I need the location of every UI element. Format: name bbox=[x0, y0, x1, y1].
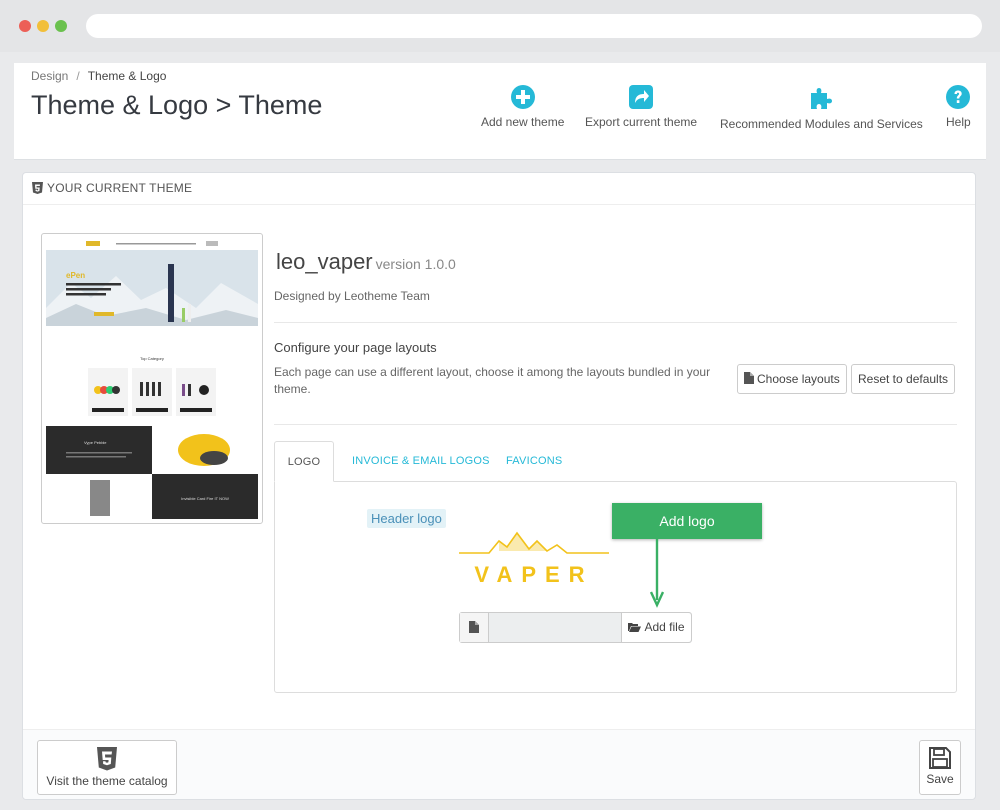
minimize-window-dot[interactable] bbox=[37, 20, 49, 32]
theme-preview[interactable]: ePen Top Category Vype Pebble Invisible … bbox=[41, 233, 263, 524]
hero-brand: ePen bbox=[66, 271, 85, 280]
add-file-button[interactable]: Add file bbox=[621, 613, 691, 642]
theme-version: version 1.0.0 bbox=[375, 256, 456, 272]
save-button[interactable]: Save bbox=[919, 740, 961, 795]
floppy-disk-icon bbox=[929, 747, 951, 769]
theme-screenshot: ePen Top Category Vype Pebble Invisible … bbox=[46, 238, 258, 519]
vaper-logo: VAPER bbox=[459, 531, 609, 587]
address-bar[interactable] bbox=[86, 14, 982, 38]
panel-heading-label: YOUR CURRENT THEME bbox=[47, 181, 193, 195]
breadcrumb-separator: / bbox=[76, 69, 80, 83]
tab-favicons[interactable]: FAVICONS bbox=[506, 441, 562, 482]
add-new-theme-label: Add new theme bbox=[481, 115, 565, 129]
layouts-title: Configure your page layouts bbox=[274, 340, 437, 355]
designed-by: Designed by Leotheme Team bbox=[274, 289, 430, 303]
logo-tab-content: Header logo VAPER Add logo Add file bbox=[274, 481, 957, 693]
html5-icon bbox=[97, 747, 117, 771]
export-theme-button[interactable]: Export current theme bbox=[585, 85, 697, 129]
tab-invoice-email-logos[interactable]: INVOICE & EMAIL LOGOS bbox=[352, 441, 490, 482]
reset-defaults-button[interactable]: Reset to defaults bbox=[851, 364, 956, 394]
help-button[interactable]: Help bbox=[946, 85, 971, 129]
file-icon-box bbox=[460, 613, 489, 642]
divider bbox=[274, 322, 957, 323]
maximize-window-dot[interactable] bbox=[55, 20, 67, 32]
breadcrumb-current: Theme & Logo bbox=[87, 69, 167, 83]
plus-circle-icon bbox=[510, 85, 535, 109]
choose-layouts-button[interactable]: Choose layouts bbox=[737, 364, 847, 394]
header-logo-label: Header logo bbox=[367, 509, 446, 528]
preview-feature-title: Vype Pebble bbox=[84, 440, 107, 445]
breadcrumb: Design / Theme & Logo bbox=[31, 69, 166, 83]
logo-file-upload: Add file bbox=[459, 612, 692, 643]
html5-icon bbox=[32, 182, 43, 194]
logo-file-input[interactable] bbox=[489, 613, 621, 642]
recommended-modules-label: Recommended Modules and Services bbox=[720, 117, 923, 131]
browser-chrome bbox=[0, 0, 1000, 52]
puzzle-icon bbox=[811, 88, 833, 109]
choose-layouts-label: Choose layouts bbox=[757, 372, 840, 386]
theme-name-row: leo_vaper version 1.0.0 bbox=[276, 249, 456, 275]
file-icon bbox=[744, 372, 754, 384]
page-header: Design / Theme & Logo Theme & Logo > Theme… bbox=[14, 63, 986, 160]
share-icon bbox=[629, 85, 654, 109]
preview-promo-text: Invisible Card Fire IT NOW bbox=[181, 496, 229, 501]
logo-text: VAPER bbox=[474, 562, 593, 587]
tab-logo[interactable]: LOGO bbox=[274, 441, 334, 482]
preview-section-title: Top Category bbox=[140, 356, 164, 361]
current-theme-panel: YOUR CURRENT THEME ePen Top Category Vyp… bbox=[22, 172, 976, 800]
theme-preview-image: ePen Top Category Vype Pebble Invisible … bbox=[46, 238, 258, 519]
save-label: Save bbox=[926, 772, 954, 786]
question-circle-icon bbox=[946, 85, 971, 109]
divider bbox=[274, 424, 957, 425]
add-new-theme-button[interactable]: Add new theme bbox=[481, 85, 564, 129]
layouts-description: Each page can use a different layout, ch… bbox=[274, 365, 711, 396]
add-logo-callout: Add logo bbox=[612, 503, 762, 539]
theme-name: leo_vaper bbox=[276, 249, 373, 274]
add-file-label: Add file bbox=[644, 620, 685, 634]
reset-defaults-label: Reset to defaults bbox=[858, 372, 949, 386]
visit-theme-catalog-button[interactable]: Visit the theme catalog bbox=[37, 740, 177, 795]
export-theme-label: Export current theme bbox=[585, 115, 698, 129]
panel-heading: YOUR CURRENT THEME bbox=[23, 173, 975, 205]
recommended-modules-button[interactable]: Recommended Modules and Services bbox=[720, 85, 923, 131]
help-label: Help bbox=[946, 115, 971, 129]
close-window-dot[interactable] bbox=[19, 20, 31, 32]
arrow-down-icon bbox=[650, 538, 664, 608]
visit-theme-catalog-label: Visit the theme catalog bbox=[46, 774, 168, 788]
file-icon bbox=[469, 621, 479, 633]
breadcrumb-design[interactable]: Design bbox=[31, 69, 68, 83]
panel-footer: Visit the theme catalog Save bbox=[23, 729, 975, 799]
folder-open-icon bbox=[628, 623, 642, 632]
page-title: Theme & Logo > Theme bbox=[31, 90, 323, 120]
